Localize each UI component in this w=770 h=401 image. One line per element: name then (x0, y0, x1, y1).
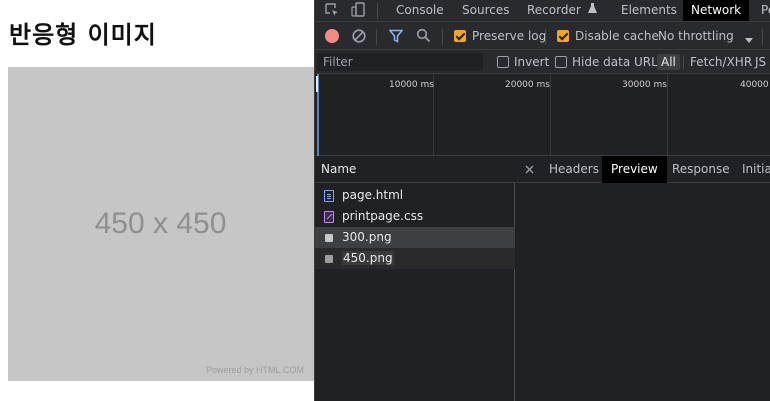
tab-sources[interactable]: Sources (462, 0, 509, 21)
toolbar-divider (376, 29, 377, 45)
throttling-value: No throttling (658, 29, 734, 43)
filter-divider (683, 55, 684, 69)
clear-icon[interactable] (352, 29, 366, 46)
column-header-name[interactable]: Name (315, 156, 515, 183)
tab-recorder-label: Recorder (527, 3, 581, 17)
inspect-element-icon[interactable] (325, 3, 340, 21)
detail-tabbar: Headers Preview Response Initiat (516, 156, 770, 183)
timeline-tick-label: 20000 ms (505, 80, 550, 90)
request-detail-pane: Headers Preview Response Initiat (516, 156, 770, 401)
close-detail-icon[interactable] (525, 163, 534, 177)
tab-headers[interactable]: Headers (549, 156, 599, 183)
timeline-tick-label: 40000 (740, 80, 769, 90)
request-row[interactable]: 300.png (315, 227, 515, 248)
type-filter-fetch-xhr[interactable]: Fetch/XHR (690, 55, 752, 69)
disable-cache-label: Disable cache (575, 29, 659, 43)
timeline-overview[interactable]: 10000 ms 20000 ms 30000 ms 40000 (315, 74, 770, 156)
hide-data-urls-checkbox[interactable] (555, 56, 567, 68)
page-heading: 반응형 이미지 (9, 21, 157, 49)
placeholder-image: 450 x 450 Powered by HTML.COM (8, 67, 328, 381)
tab-recorder[interactable]: Recorder (527, 0, 597, 21)
invert-checkbox[interactable] (497, 56, 509, 68)
request-name: printpage.css (342, 209, 424, 223)
tab-console[interactable]: Console (396, 0, 444, 21)
throttling-select[interactable]: No throttling (658, 29, 734, 43)
device-toolbar-icon[interactable] (351, 2, 365, 21)
flask-icon (587, 3, 597, 17)
tabbar-divider (377, 3, 378, 19)
placeholder-credit-text: Powered by HTML.COM (206, 365, 305, 375)
request-list: Name page.html printpage.css 300.png 450… (315, 156, 515, 401)
tab-performance[interactable]: Pe (761, 0, 770, 21)
timeline-gridline (667, 74, 668, 156)
search-icon[interactable] (416, 28, 431, 46)
toolbar-divider-4 (762, 29, 763, 45)
type-filter-js[interactable]: JS (755, 55, 766, 69)
request-row[interactable]: printpage.css (315, 206, 515, 227)
devtools-panel: Console Sources Recorder Elements Networ… (314, 0, 770, 401)
devtools-tabbar: Console Sources Recorder Elements Networ… (315, 0, 770, 22)
preserve-log-label: Preserve log (472, 29, 547, 43)
dropdown-arrow-icon[interactable] (745, 33, 753, 47)
timeline-gridline (550, 74, 551, 156)
document-file-icon (324, 190, 334, 202)
invert-label: Invert (514, 55, 550, 69)
hide-data-urls-label: Hide data URLs (572, 55, 665, 69)
filter-bar: Invert Hide data URLs All Fetch/XHR JS (315, 50, 770, 74)
request-name: 450.png (342, 251, 394, 265)
tab-initiator[interactable]: Initiat (742, 156, 770, 183)
network-toolbar: Preserve log Disable cache No throttling (315, 22, 770, 50)
timeline-tick-label: 10000 ms (389, 80, 434, 90)
stylesheet-file-icon (324, 211, 334, 223)
timeline-tick-label: 30000 ms (622, 80, 667, 90)
request-name: page.html (342, 188, 404, 202)
toolbar-divider-3 (545, 29, 546, 45)
toolbar-divider-2 (442, 29, 443, 45)
request-row[interactable]: page.html (315, 185, 515, 206)
image-file-icon (325, 234, 333, 242)
tab-preview[interactable]: Preview (602, 156, 667, 183)
filter-input[interactable] (317, 53, 483, 71)
tab-response[interactable]: Response (672, 156, 730, 183)
tab-elements[interactable]: Elements (621, 0, 677, 21)
image-file-icon (325, 255, 333, 263)
tab-network[interactable]: Network (683, 0, 750, 21)
timeline-cursor-cap (316, 76, 318, 92)
preserve-log-checkbox[interactable] (454, 30, 466, 42)
type-filter-all[interactable]: All (657, 54, 680, 70)
placeholder-size-text: 450 x 450 (94, 207, 227, 240)
request-row[interactable]: 450.png (315, 248, 515, 269)
request-name: 300.png (342, 230, 392, 244)
disable-cache-checkbox[interactable] (557, 30, 569, 42)
filter-icon[interactable] (388, 29, 404, 46)
record-button[interactable] (325, 29, 339, 43)
